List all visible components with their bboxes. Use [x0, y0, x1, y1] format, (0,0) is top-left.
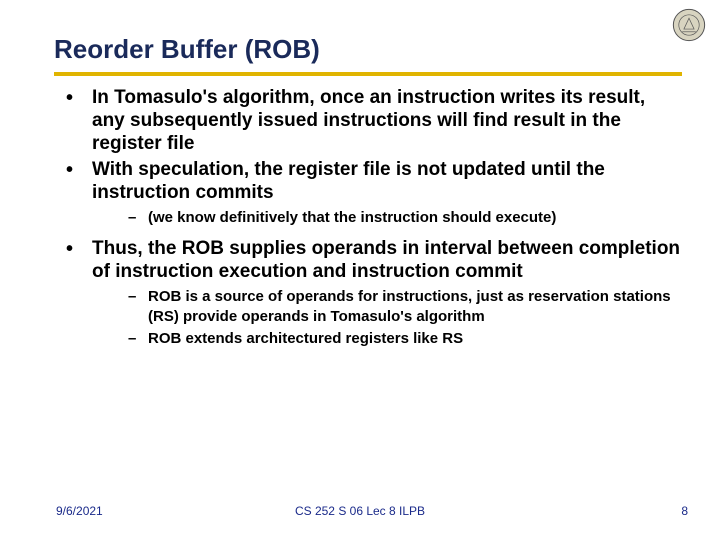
- footer-center: CS 252 S 06 Lec 8 ILPB: [0, 504, 720, 518]
- sub-bullet-item: ROB is a source of operands for instruct…: [92, 287, 682, 325]
- sub-bullet-text: ROB extends architectured registers like…: [148, 330, 463, 347]
- sub-bullet-text: (we know definitively that the instructi…: [148, 209, 556, 226]
- slide-title: Reorder Buffer (ROB): [54, 34, 320, 65]
- seal-icon: [672, 8, 706, 42]
- bullet-text: With speculation, the register file is n…: [92, 159, 605, 203]
- sub-bullet-item: ROB extends architectured registers like…: [92, 329, 682, 348]
- title-underline: [54, 72, 682, 76]
- slide-body: In Tomasulo's algorithm, once an instruc…: [60, 86, 682, 358]
- sub-bullet-text: ROB is a source of operands for instruct…: [148, 288, 671, 324]
- slide-footer: 9/6/2021 CS 252 S 06 Lec 8 ILPB 8: [0, 504, 720, 522]
- slide: Reorder Buffer (ROB) In Tomasulo's algor…: [0, 0, 720, 540]
- bullet-text: Thus, the ROB supplies operands in inter…: [92, 238, 680, 282]
- bullet-item: In Tomasulo's algorithm, once an instruc…: [60, 86, 682, 156]
- bullet-item: With speculation, the register file is n…: [60, 158, 682, 228]
- bullet-text: In Tomasulo's algorithm, once an instruc…: [92, 87, 645, 154]
- footer-page-number: 8: [681, 504, 688, 518]
- bullet-item: Thus, the ROB supplies operands in inter…: [60, 237, 682, 348]
- sub-bullet-item: (we know definitively that the instructi…: [92, 208, 682, 227]
